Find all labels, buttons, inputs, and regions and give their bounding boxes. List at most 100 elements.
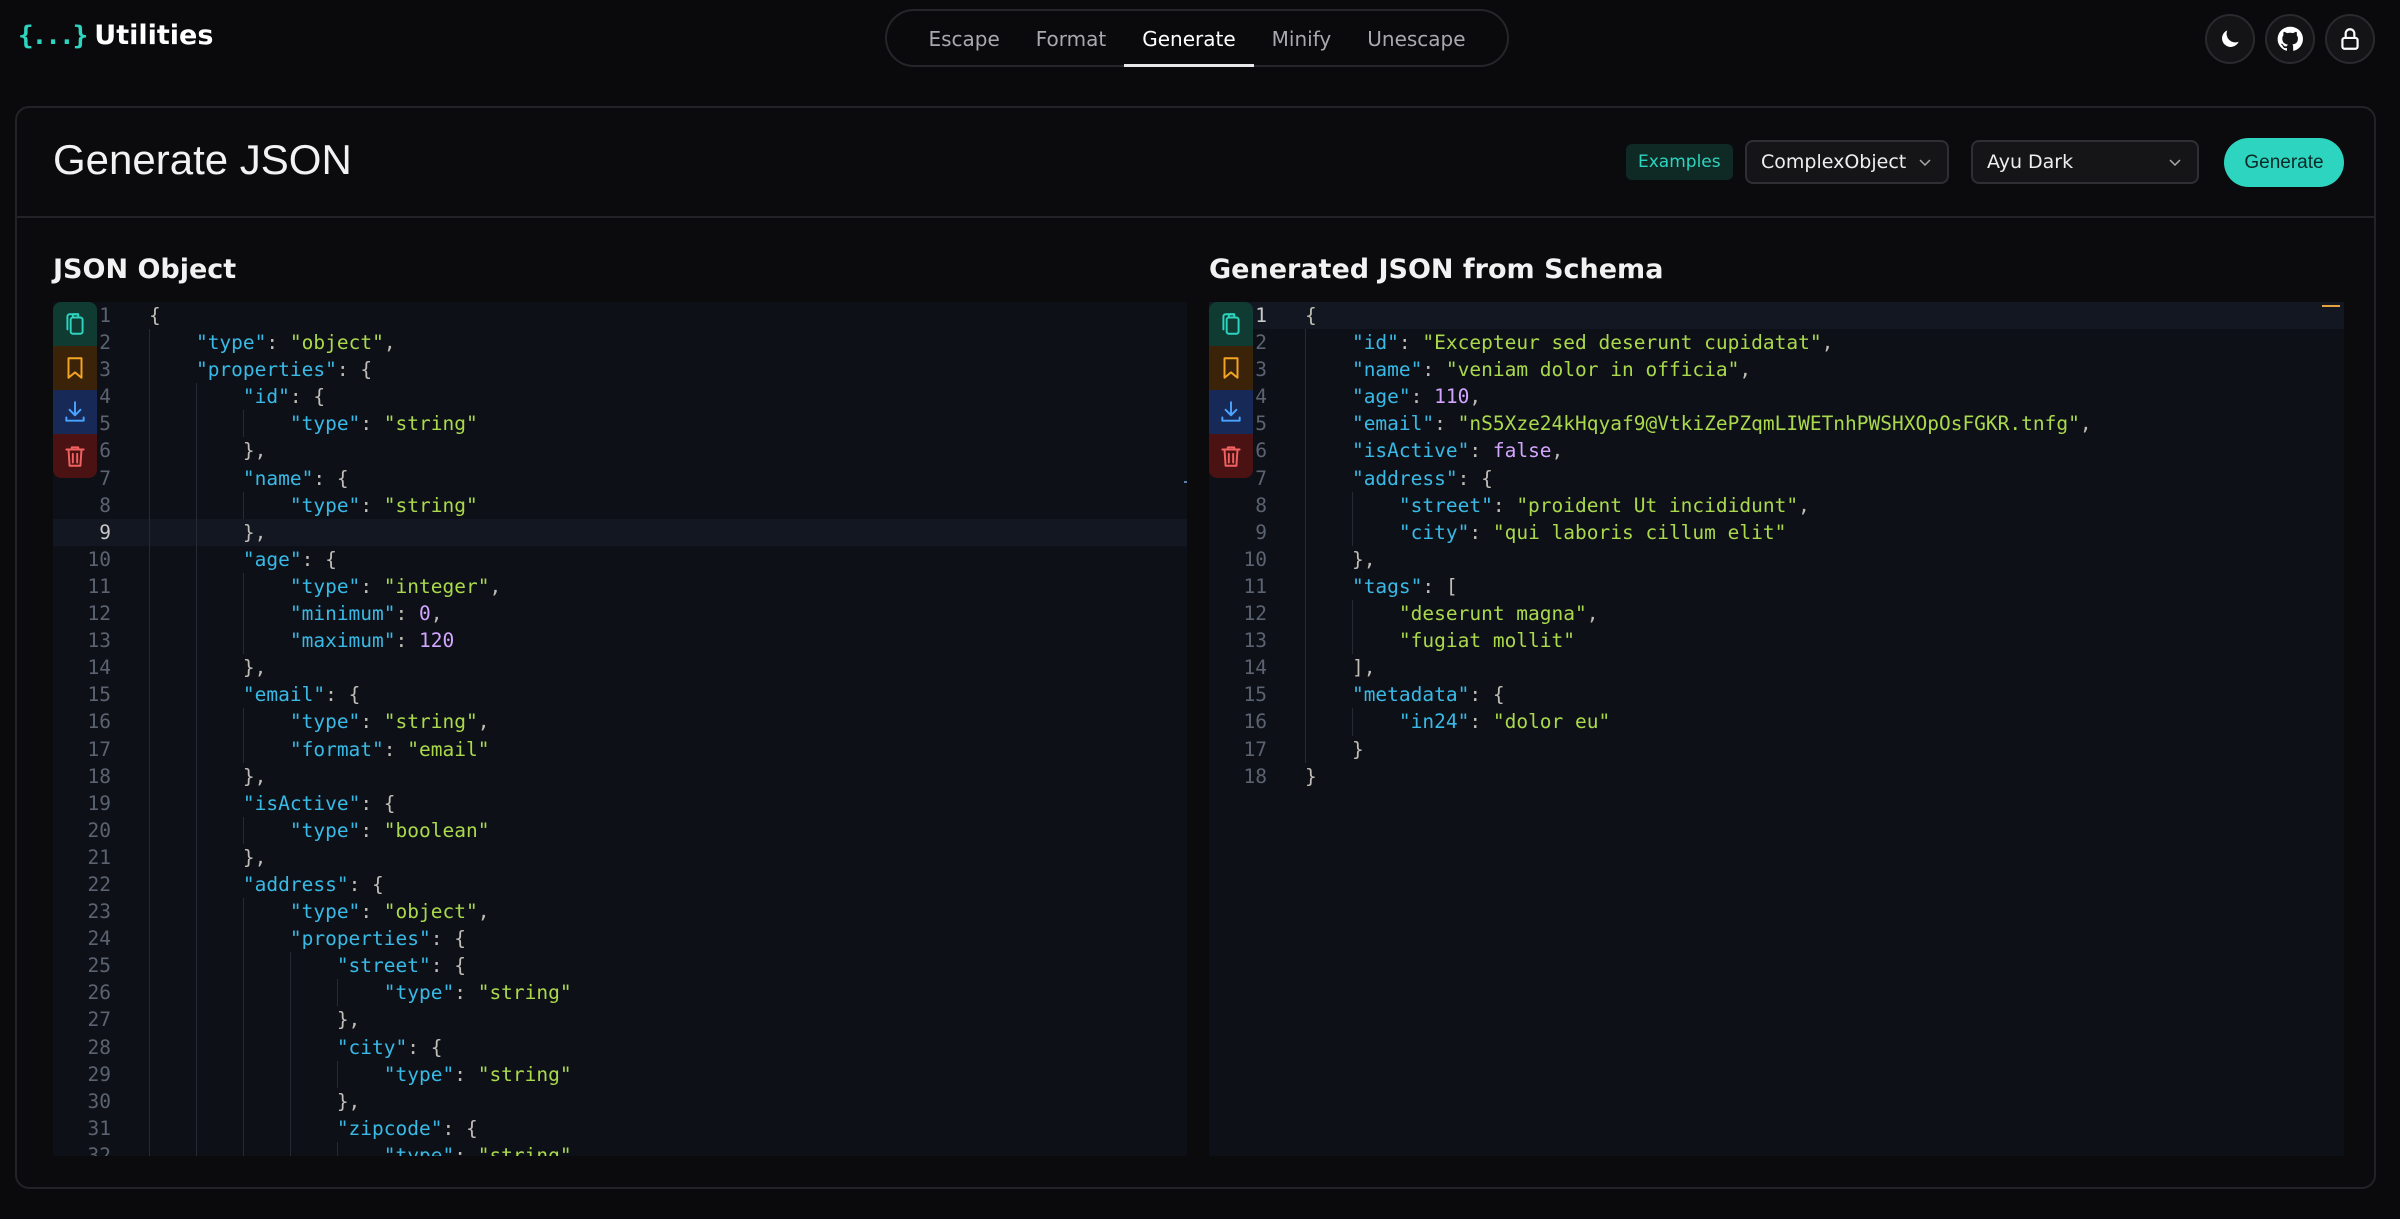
indent-guide xyxy=(149,843,196,871)
code-line: 18}, xyxy=(53,762,1187,790)
code-text: "age": { xyxy=(149,545,337,573)
code-line: 9}, xyxy=(53,518,1187,546)
indent-guide xyxy=(1351,600,1399,628)
editor-toolbar xyxy=(1209,302,1253,478)
indent-guide xyxy=(195,816,243,844)
indent-guide xyxy=(149,572,196,601)
github-button[interactable] xyxy=(2265,14,2315,64)
nav-generate[interactable]: Generate xyxy=(1124,11,1255,67)
indent-guide xyxy=(242,898,290,926)
code-text: }, xyxy=(149,762,266,790)
indent-guide xyxy=(149,681,196,709)
indent-guide xyxy=(1305,491,1352,519)
app-logo[interactable]: {...} Utilities xyxy=(18,20,213,51)
code-text: }, xyxy=(149,843,266,871)
indent-guide xyxy=(149,356,196,384)
code-line: 21}, xyxy=(53,843,1187,871)
indent-guide xyxy=(242,627,290,655)
indent-guide xyxy=(289,1006,337,1034)
indent-guide xyxy=(1305,627,1352,655)
code-text: "isActive": false, xyxy=(1305,437,1563,465)
indent-guide xyxy=(149,1087,196,1115)
generate-button[interactable]: Generate xyxy=(2224,138,2344,187)
indent-guide xyxy=(195,572,243,601)
code-text: "type": "integer", xyxy=(149,572,501,601)
code-text: }, xyxy=(1305,545,1375,573)
indent-guide xyxy=(195,708,243,736)
theme-toggle-button[interactable] xyxy=(2205,14,2255,64)
indent-guide xyxy=(289,1087,337,1115)
delete-button[interactable] xyxy=(53,434,97,478)
delete-button[interactable] xyxy=(1209,434,1253,478)
code-line: 2 "id": "Excepteur sed deserunt cupidatat… xyxy=(1209,329,2344,357)
download-icon xyxy=(65,401,85,422)
bookmark-button[interactable] xyxy=(1209,346,1253,390)
page-title: Generate JSON xyxy=(53,136,352,183)
indent-guide xyxy=(1351,708,1399,736)
copy-button[interactable] xyxy=(1209,302,1253,346)
code-text: "tags": [ xyxy=(1305,572,1458,601)
nav-format[interactable]: Format xyxy=(1018,11,1124,65)
nav-escape[interactable]: Escape xyxy=(910,11,1017,65)
nav-unescape[interactable]: Unescape xyxy=(1349,11,1483,65)
code-text: "isActive": { xyxy=(149,789,396,817)
code-text: "street": { xyxy=(149,952,466,980)
copy-button[interactable] xyxy=(53,302,97,346)
code-line: 26 "type": "string" xyxy=(53,979,1187,1007)
indent-guide xyxy=(195,1114,243,1142)
github-icon xyxy=(2277,26,2303,51)
indent-guide xyxy=(242,1033,290,1061)
code-text: ], xyxy=(1305,654,1375,682)
indent-guide xyxy=(195,464,243,492)
indent-guide xyxy=(149,545,196,573)
indent-guide xyxy=(195,600,243,628)
nav-minify[interactable]: Minify xyxy=(1254,11,1350,65)
line-number: 8 xyxy=(99,493,111,517)
code-text: "id": "Excepteur sed deserunt cupidatat"… xyxy=(1305,329,1833,357)
code-line: 16 "in24": "dolor eu" xyxy=(1209,708,2344,736)
code-line: 6 "isActive": false, xyxy=(1209,437,2344,465)
code-text: "email": "nS5Xze24kHqyaf9@VtkiZePZqmLIWE… xyxy=(1305,410,2092,438)
indent-guide xyxy=(195,654,243,682)
code-line: 8 "type": "string" xyxy=(53,491,1187,519)
line-number: 18 xyxy=(1243,764,1267,788)
generate-card: Generate JSON Examples ComplexObject Ayu… xyxy=(15,106,2376,1189)
code-text: }, xyxy=(149,1087,360,1115)
left-panel-title: JSON Object xyxy=(53,254,237,285)
indent-guide xyxy=(195,1033,243,1061)
line-number: 27 xyxy=(87,1008,111,1032)
generated-json-editor[interactable]: 1{2 "id": "Excepteur sed deserunt cupidat… xyxy=(1209,302,2344,1156)
code-line: 30}, xyxy=(53,1087,1187,1115)
indent-guide xyxy=(195,979,243,1007)
code-line: 25 "street": { xyxy=(53,952,1187,980)
indent-guide xyxy=(1305,708,1352,736)
lock-button[interactable] xyxy=(2325,14,2375,64)
indent-guide xyxy=(149,1033,196,1061)
theme-select[interactable]: Ayu Dark xyxy=(1971,140,2199,184)
code-text: }, xyxy=(149,1006,360,1034)
indent-guide xyxy=(242,491,290,519)
line-number: 25 xyxy=(87,954,111,978)
download-button[interactable] xyxy=(53,390,97,434)
line-number: 11 xyxy=(1243,574,1267,598)
example-select[interactable]: ComplexObject xyxy=(1745,140,1949,184)
line-number: 31 xyxy=(87,1116,111,1140)
code-text: "deserunt magna", xyxy=(1305,600,1599,628)
indent-guide xyxy=(195,437,243,465)
indent-guide xyxy=(242,816,290,844)
download-button[interactable] xyxy=(1209,390,1253,434)
indent-guide xyxy=(149,600,196,628)
code-text: "minimum": 0, xyxy=(149,600,443,628)
code-line: 8 "street": "proident Ut incididunt", xyxy=(1209,491,2344,519)
indent-guide xyxy=(195,843,243,871)
indent-guide xyxy=(336,979,384,1007)
line-number: 13 xyxy=(87,629,111,653)
line-number: 26 xyxy=(87,981,111,1005)
indent-guide xyxy=(149,1141,196,1156)
json-schema-editor[interactable]: 1{2 "type": "object", 3 "properties": {4 "id… xyxy=(53,302,1187,1156)
line-number: 14 xyxy=(87,656,111,680)
code-text: "type": "boolean" xyxy=(149,816,489,844)
code-line: 11 "type": "integer", xyxy=(53,572,1187,601)
editor-lines: 1{2 "id": "Excepteur sed deserunt cupidat… xyxy=(1209,302,2344,790)
bookmark-button[interactable] xyxy=(53,346,97,390)
